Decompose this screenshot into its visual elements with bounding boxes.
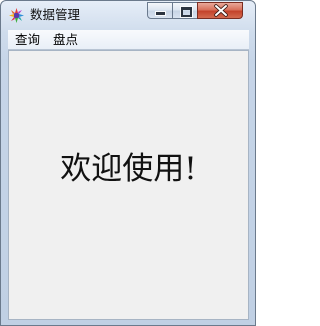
main-content: 欢迎使用! (8, 50, 249, 320)
maximize-button[interactable] (172, 2, 198, 19)
menu-bar: 查询 盘点 (8, 30, 249, 50)
close-button[interactable] (197, 2, 243, 19)
minimize-icon (156, 12, 165, 15)
maximize-icon (181, 7, 192, 17)
welcome-message: 欢迎使用! (60, 151, 197, 187)
app-logo-icon (8, 7, 25, 24)
app-window: 数据管理 查询 盘点 欢迎使用! (0, 0, 256, 326)
menu-item-inventory[interactable]: 盘点 (53, 32, 78, 47)
close-icon (213, 3, 229, 18)
title-bar[interactable]: 数据管理 (1, 1, 255, 29)
minimize-button[interactable] (147, 2, 173, 19)
window-title: 数据管理 (30, 7, 81, 22)
menu-item-query[interactable]: 查询 (15, 32, 40, 47)
